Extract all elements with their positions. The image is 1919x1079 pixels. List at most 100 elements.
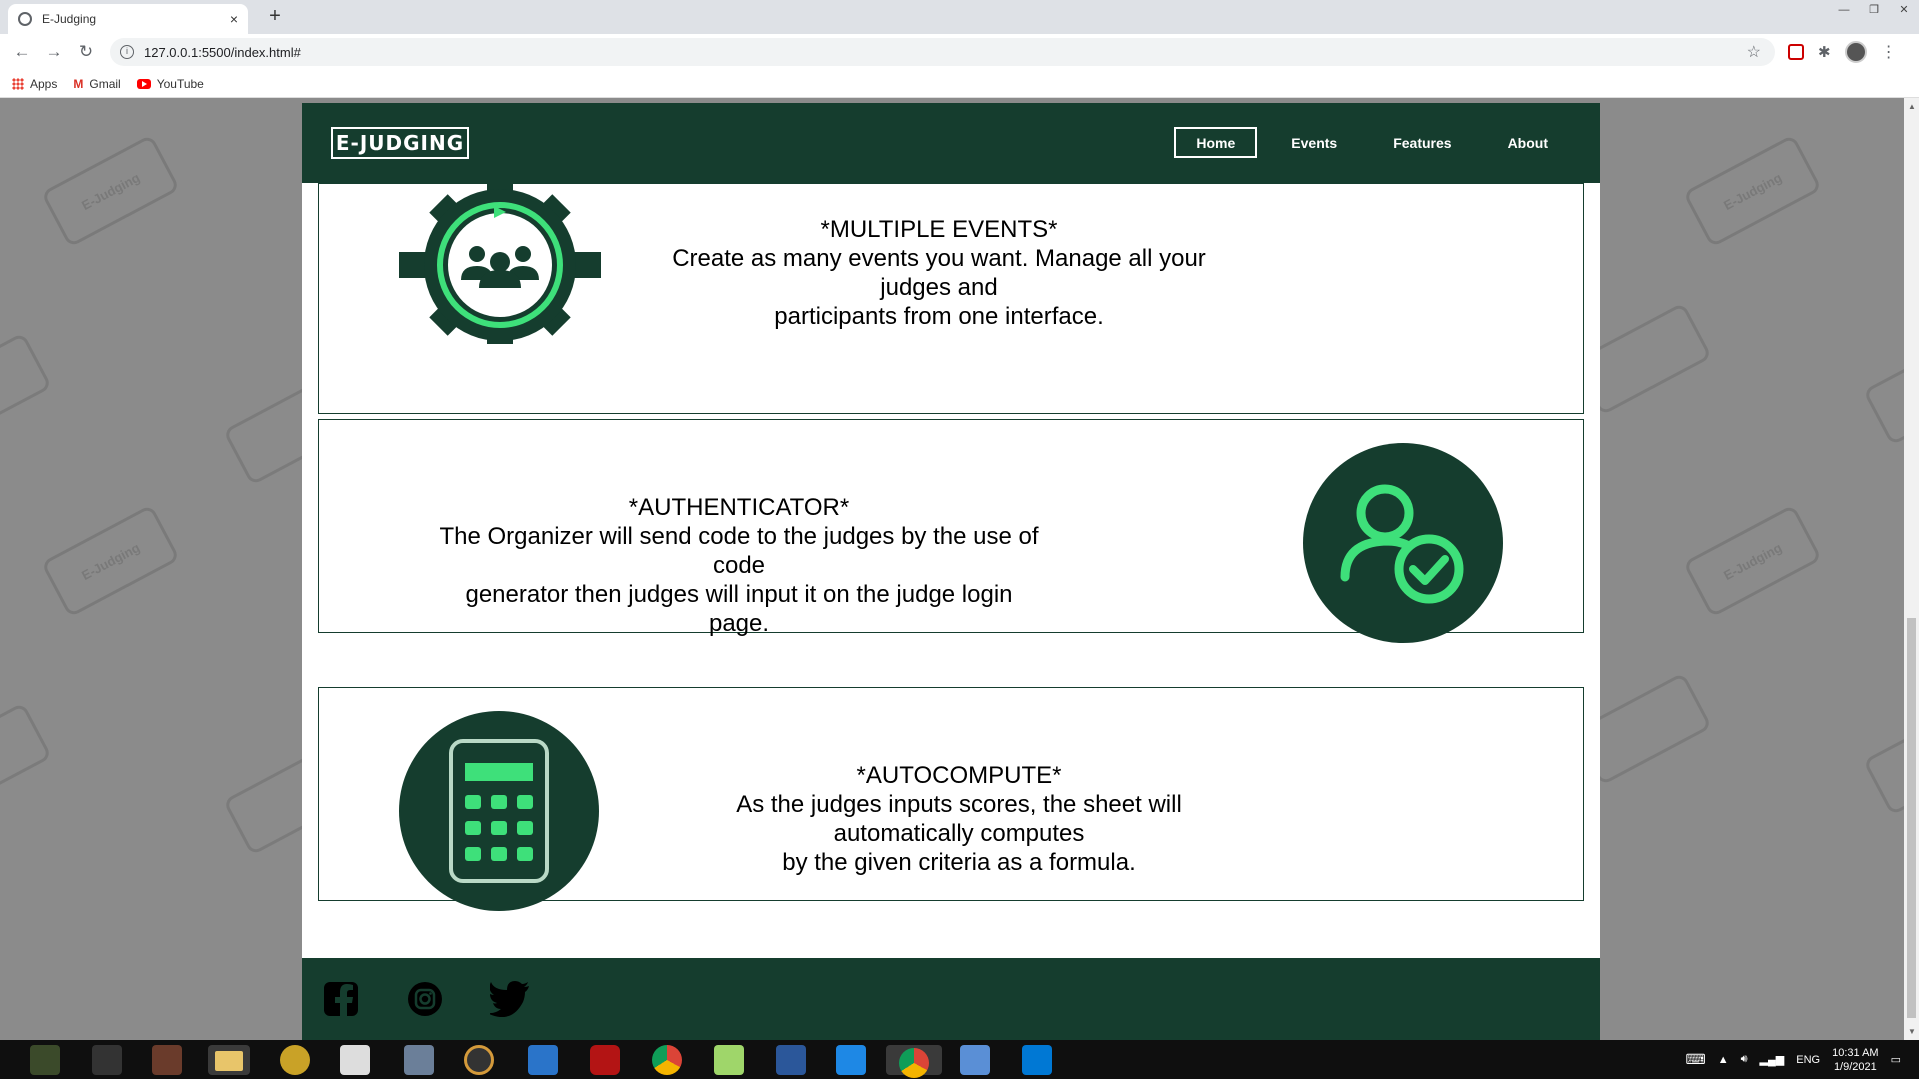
facebook-icon[interactable] bbox=[323, 981, 359, 1017]
page-viewport: E-Judging E-Judging E-Judging E-Judging … bbox=[0, 98, 1904, 1040]
taskbar-app-icon[interactable] bbox=[92, 1045, 122, 1075]
site-logo[interactable]: E-JUDGING bbox=[331, 127, 469, 159]
watermark-logo bbox=[0, 332, 53, 446]
gear-group-icon bbox=[399, 178, 601, 344]
bookmark-star-icon[interactable]: ☆ bbox=[1747, 42, 1761, 62]
site-header: E-JUDGING Home Events Features About bbox=[302, 103, 1600, 183]
watermark-logo bbox=[0, 702, 53, 816]
feature-desc-line: As the judges inputs scores, the sheet w… bbox=[736, 791, 1182, 847]
browser-tab-bar: E-Judging × + — ❐ ✕ bbox=[0, 0, 1919, 34]
chrome-active-icon[interactable] bbox=[886, 1045, 942, 1078]
address-bar[interactable]: i 127.0.0.1:5500/index.html# ☆ bbox=[110, 38, 1775, 66]
verified-user-icon bbox=[1303, 443, 1503, 643]
nav-about[interactable]: About bbox=[1486, 127, 1570, 158]
power-icon[interactable] bbox=[590, 1045, 620, 1075]
watermark-logo bbox=[1862, 702, 1904, 816]
calculator-icon bbox=[399, 711, 599, 911]
watermark-logo: E-Judging bbox=[40, 134, 181, 248]
new-tab-button[interactable]: + bbox=[262, 4, 288, 30]
bookmark-gmail[interactable]: M Gmail bbox=[73, 77, 120, 91]
taskbar-app-icon[interactable] bbox=[528, 1045, 558, 1075]
window-controls: — ❐ ✕ bbox=[1829, 0, 1919, 22]
info-icon[interactable]: i bbox=[120, 45, 134, 59]
tab-close-button[interactable]: × bbox=[230, 11, 238, 27]
feature-desc-line: Create as many events you want. Manage a… bbox=[672, 245, 1206, 301]
close-icon[interactable]: ✕ bbox=[1889, 0, 1919, 22]
watermark-logo: E-Judging bbox=[40, 504, 181, 618]
site-footer bbox=[302, 958, 1600, 1040]
bookmark-apps[interactable]: Apps bbox=[12, 77, 57, 91]
taskbar-app-icon[interactable] bbox=[960, 1045, 990, 1075]
globe-icon bbox=[18, 12, 32, 26]
puzzle-icon[interactable]: ✱ bbox=[1818, 43, 1831, 61]
clock-date: 1/9/2021 bbox=[1833, 1060, 1877, 1073]
scroll-up-arrow-icon[interactable]: ▲ bbox=[1908, 102, 1916, 111]
taskbar-app-icon[interactable] bbox=[30, 1045, 60, 1075]
profile-avatar[interactable] bbox=[1844, 41, 1867, 63]
feature-desc-line: The Organizer will send code to the judg… bbox=[439, 523, 1039, 579]
url-text: 127.0.0.1:5500/index.html# bbox=[144, 44, 301, 60]
watermark-logo: E-Judging bbox=[1682, 504, 1823, 618]
feature-text: *MULTIPLE EVENTS* Create as many events … bbox=[649, 215, 1229, 331]
clock[interactable]: 10:31 AM 1/9/2021 bbox=[1832, 1046, 1878, 1074]
browser-tab[interactable]: E-Judging × bbox=[8, 4, 248, 34]
twitter-icon[interactable] bbox=[490, 981, 530, 1017]
menu-dots-icon[interactable]: ⋮ bbox=[1881, 42, 1897, 62]
feature-title: *MULTIPLE EVENTS* bbox=[820, 216, 1058, 243]
chevron-up-icon[interactable]: ▲ bbox=[1718, 1054, 1729, 1066]
bookmark-youtube[interactable]: YouTube bbox=[136, 76, 204, 91]
clock-time: 10:31 AM bbox=[1832, 1046, 1879, 1059]
nav-features[interactable]: Features bbox=[1371, 127, 1473, 158]
feature-card-multiple-events: *MULTIPLE EVENTS* Create as many events … bbox=[318, 178, 1584, 414]
youtube-icon bbox=[136, 78, 151, 89]
bookmark-label: YouTube bbox=[156, 76, 204, 91]
scrollbar-thumb[interactable] bbox=[1907, 618, 1916, 1018]
nav-home[interactable]: Home bbox=[1174, 127, 1258, 158]
taskbar-app-icon[interactable] bbox=[152, 1045, 182, 1075]
taskbar-app-icon[interactable] bbox=[340, 1045, 370, 1075]
main-nav: Home Events Features About bbox=[1162, 127, 1570, 158]
minimize-icon[interactable]: — bbox=[1829, 0, 1859, 22]
gmail-icon: M bbox=[73, 76, 84, 91]
volume-icon[interactable]: 🔊︎ bbox=[1741, 1053, 1748, 1066]
forward-arrow-icon[interactable]: → bbox=[38, 42, 70, 62]
page-scrollbar[interactable]: ▲ ▼ bbox=[1904, 98, 1919, 1040]
bookmark-label: Apps bbox=[30, 76, 58, 91]
taskbar-app-icon[interactable] bbox=[464, 1045, 494, 1075]
site-container: E-JUDGING Home Events Features About *MU… bbox=[302, 103, 1600, 1040]
taskbar-app-icon[interactable] bbox=[836, 1045, 866, 1075]
reload-icon[interactable]: ↻ bbox=[70, 42, 102, 62]
taskbar-app-icon[interactable] bbox=[404, 1045, 434, 1075]
feature-text: *AUTHENTICATOR* The Organizer will send … bbox=[439, 493, 1039, 638]
chrome-icon[interactable] bbox=[652, 1045, 682, 1075]
tab-title: E-Judging bbox=[42, 12, 97, 26]
language-indicator[interactable]: ENG bbox=[1796, 1054, 1820, 1066]
windows-taskbar: ⌨ ▲ 🔊︎ ▂▄▆ ENG 10:31 AM 1/9/2021 ▭ bbox=[0, 1040, 1919, 1079]
feature-title: *AUTOCOMPUTE* bbox=[856, 762, 1062, 789]
restore-icon[interactable]: ❐ bbox=[1859, 0, 1889, 22]
extension-icon[interactable] bbox=[1788, 44, 1804, 60]
feature-desc-line: generator then judges will input it on t… bbox=[465, 581, 1013, 637]
feature-card-authenticator: *AUTHENTICATOR* The Organizer will send … bbox=[318, 419, 1584, 643]
back-arrow-icon[interactable]: ← bbox=[6, 42, 38, 62]
nav-events[interactable]: Events bbox=[1269, 127, 1359, 158]
taskbar-app-icon[interactable] bbox=[714, 1045, 744, 1075]
feature-desc-line: by the given criteria as a formula. bbox=[782, 849, 1136, 876]
scroll-down-arrow-icon[interactable]: ▼ bbox=[1908, 1027, 1916, 1036]
keyboard-icon[interactable]: ⌨ bbox=[1686, 1051, 1706, 1068]
apps-grid-icon bbox=[12, 77, 24, 90]
notification-icon[interactable]: ▭ bbox=[1891, 1053, 1901, 1066]
vscode-icon[interactable] bbox=[1022, 1045, 1052, 1075]
taskbar-app-icon[interactable] bbox=[280, 1045, 310, 1075]
signal-icon[interactable]: ▂▄▆ bbox=[1760, 1053, 1785, 1066]
word-icon[interactable] bbox=[776, 1045, 806, 1075]
feature-text: *AUTOCOMPUTE* As the judges inputs score… bbox=[669, 761, 1249, 877]
file-explorer-icon[interactable] bbox=[208, 1045, 250, 1075]
feature-card-autocompute: *AUTOCOMPUTE* As the judges inputs score… bbox=[318, 687, 1584, 911]
system-tray: ⌨ ▲ 🔊︎ ▂▄▆ ENG 10:31 AM 1/9/2021 ▭ bbox=[1686, 1040, 1919, 1079]
watermark-logo: E-Judging bbox=[1682, 134, 1823, 248]
instagram-icon[interactable] bbox=[407, 981, 443, 1017]
bookmarks-bar: Apps M Gmail YouTube bbox=[0, 70, 1919, 98]
feature-desc-line: participants from one interface. bbox=[774, 303, 1104, 330]
bookmark-label: Gmail bbox=[89, 76, 121, 91]
